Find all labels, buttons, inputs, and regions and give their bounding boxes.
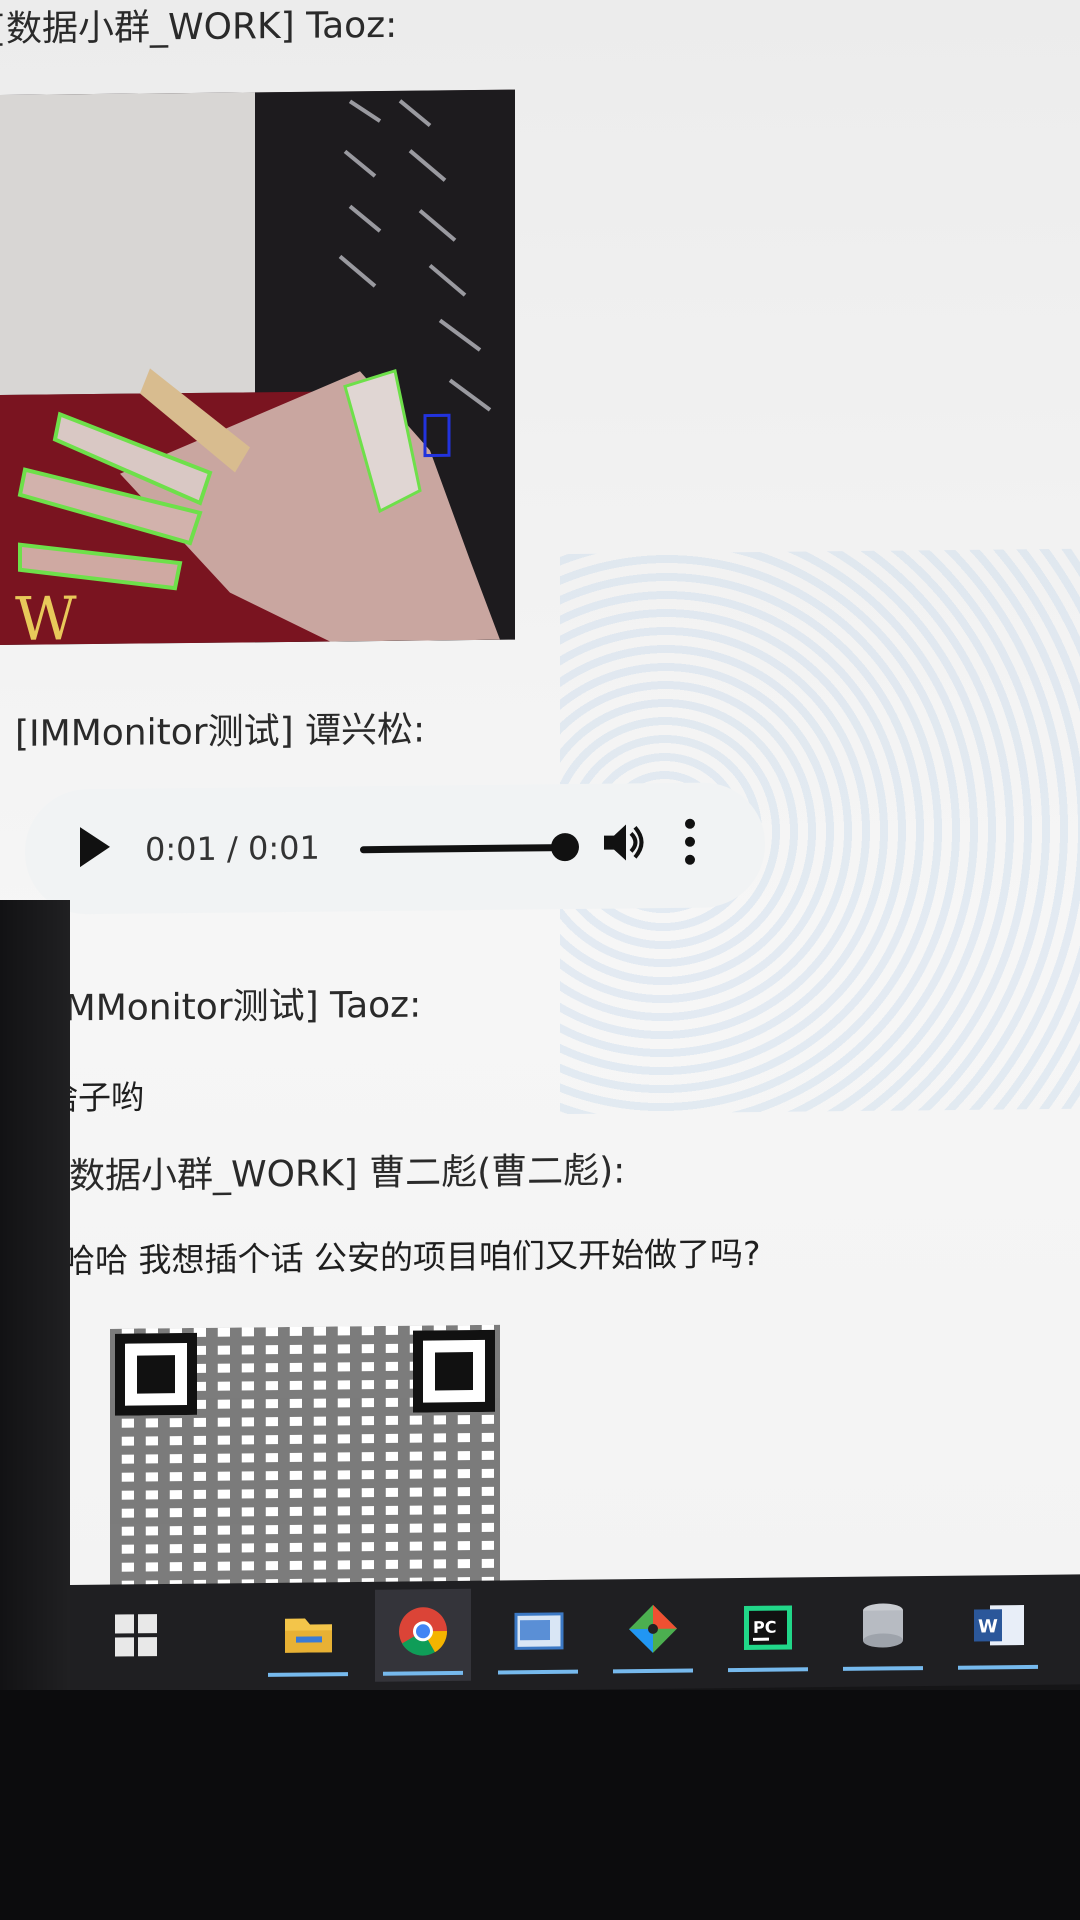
- folder-icon: [285, 1618, 332, 1653]
- qr-finder-pattern: [115, 1332, 197, 1416]
- window-icon: [514, 1612, 564, 1650]
- monitor-bezel-bottom: [0, 1690, 1080, 1920]
- message-sender: [数据小群_WORK] 曹二彪(曹二彪):: [55, 1150, 626, 1198]
- taskbar-git[interactable]: [605, 1586, 701, 1679]
- chrome-icon: [399, 1607, 448, 1656]
- volume-icon[interactable]: [600, 818, 648, 867]
- chat-screen: [数据小群_WORK] Taoz: W [IMMonitor测试] 谭兴松: 0…: [0, 0, 1080, 1601]
- taskbar-file-explorer[interactable]: [260, 1590, 356, 1683]
- message-text: 哈哈 我想插个话 公安的项目咱们又开始做了吗?: [62, 1234, 761, 1281]
- more-vert-icon[interactable]: [680, 816, 700, 871]
- windows-logo-icon[interactable]: [115, 1614, 157, 1657]
- svg-text:W: W: [978, 1616, 998, 1637]
- message-sender: [IMMonitor测试] 谭兴松:: [15, 709, 426, 755]
- audio-progress-thumb[interactable]: [551, 832, 579, 862]
- audio-player[interactable]: 0:01 / 0:01: [25, 781, 765, 915]
- taskbar-pycharm[interactable]: PC: [720, 1585, 816, 1678]
- qr-finder-pattern: [413, 1329, 495, 1413]
- audio-time: 0:01 / 0:01: [145, 828, 320, 869]
- message-sender: [数据小群_WORK] Taoz:: [0, 4, 398, 51]
- word-icon: W: [974, 1605, 1024, 1646]
- svg-text:W: W: [15, 584, 77, 645]
- monitor-bezel-left: [0, 900, 70, 1690]
- photo-frame: [数据小群_WORK] Taoz: W [IMMonitor测试] 谭兴松: 0…: [0, 0, 1080, 1920]
- qr-code-image[interactable]: [110, 1324, 500, 1601]
- git-diamond-icon: [629, 1604, 677, 1653]
- pycharm-icon: PC: [744, 1605, 792, 1650]
- audio-progress-bar[interactable]: [360, 832, 579, 862]
- database-icon: [863, 1603, 903, 1648]
- svg-text:PC: PC: [753, 1618, 776, 1637]
- taskbar-database[interactable]: [835, 1584, 931, 1677]
- taskbar-chrome[interactable]: [375, 1588, 471, 1682]
- taskbar-app-window[interactable]: [490, 1588, 586, 1681]
- taskbar: PC W: [70, 1574, 1080, 1695]
- play-icon[interactable]: [80, 826, 110, 868]
- image-message[interactable]: W: [0, 89, 515, 645]
- hand-photo: W: [15, 99, 500, 645]
- message-sender: [IMMonitor测试] Taoz:: [40, 984, 422, 1030]
- taskbar-word[interactable]: W: [950, 1583, 1046, 1676]
